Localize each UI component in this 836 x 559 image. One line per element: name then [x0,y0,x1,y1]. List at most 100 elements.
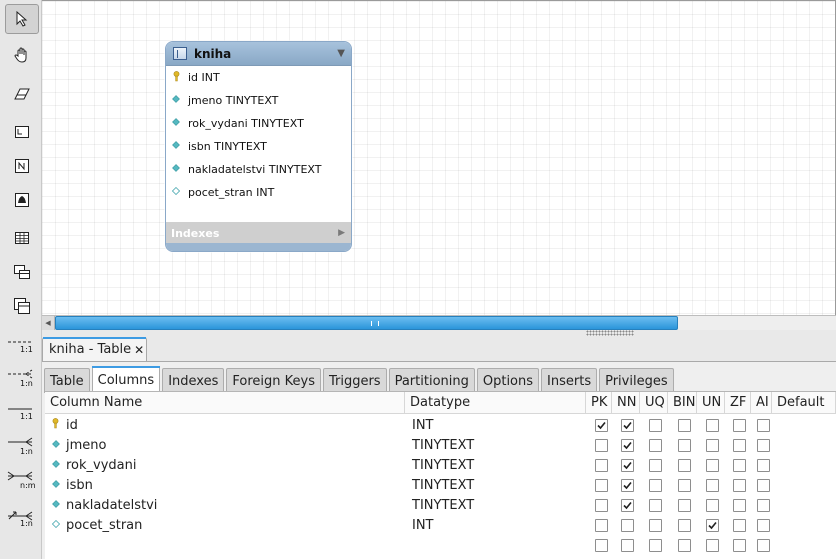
scroll-left-icon[interactable]: ◀ [42,316,55,330]
zf-checkbox[interactable] [733,539,746,552]
zf-checkbox[interactable] [733,479,746,492]
un-checkbox[interactable] [706,439,719,452]
subtab-privileges[interactable]: Privileges [599,368,674,393]
table-row[interactable]: pocet_stran INT [45,515,836,535]
subtab-options[interactable]: Options [476,368,540,393]
scrollbar-thumb[interactable] [55,316,678,330]
new-view-button[interactable] [5,257,39,287]
note-tool-button[interactable] [5,151,39,181]
grid-header-datatype[interactable]: Datatype [405,392,586,414]
zf-checkbox[interactable] [733,459,746,472]
ai-checkbox[interactable] [757,459,770,472]
zf-checkbox[interactable] [733,499,746,512]
grid-header-default[interactable]: Default [772,392,836,414]
nn-checkbox[interactable] [621,499,634,512]
columns-grid[interactable]: Column Name Datatype PK NN UQ BIN UN ZF AI Defaul… [45,391,836,559]
close-icon[interactable]: ✕ [134,343,144,357]
table-figure-column[interactable]: isbn TINYTEXT [166,135,351,158]
subtab-inserts[interactable]: Inserts [541,368,598,393]
canvas-horizontal-scrollbar[interactable]: ◀ [42,315,836,330]
table-figure-header[interactable]: kniha ▼ [166,42,351,66]
column-name-cell[interactable]: nakladatelstvi [51,495,157,515]
table-row[interactable]: rok_vydani TINYTEXT [45,455,836,475]
grid-header-un[interactable]: UN [697,392,725,414]
subtab-indexes[interactable]: Indexes [162,368,225,393]
column-name-cell[interactable]: isbn [51,475,93,495]
ai-checkbox[interactable] [757,499,770,512]
table-figure-column[interactable]: rok_vydani TINYTEXT [166,112,351,135]
nn-checkbox[interactable] [621,419,634,432]
subtab-foreign-keys[interactable]: Foreign Keys [226,368,321,393]
uq-checkbox[interactable] [649,479,662,492]
zf-checkbox[interactable] [733,519,746,532]
uq-checkbox[interactable] [649,439,662,452]
relation-n-m-button[interactable]: n:m [6,470,40,500]
column-name-cell[interactable]: pocet_stran [51,515,142,535]
relation-existing-columns-button[interactable]: 1:n [6,508,40,538]
table-figure-column[interactable]: jmeno TINYTEXT [166,89,351,112]
uq-checkbox[interactable] [649,419,662,432]
ai-checkbox[interactable] [757,439,770,452]
subtab-triggers[interactable]: Triggers [322,368,387,393]
editor-tab-kniha[interactable]: kniha - Table ✕ [42,337,147,361]
bin-checkbox[interactable] [678,479,691,492]
pk-checkbox[interactable] [595,479,608,492]
bin-checkbox[interactable] [678,459,691,472]
grid-header-pk[interactable]: PK [586,392,612,414]
table-row[interactable]: nakladatelstvi TINYTEXT [45,495,836,515]
table-row[interactable]: id INT [45,415,836,435]
nn-checkbox[interactable] [621,439,634,452]
new-routine-group-button[interactable] [5,291,39,321]
subtab-columns[interactable]: Columns [91,366,161,393]
un-checkbox[interactable] [706,499,719,512]
table-row[interactable] [45,535,836,555]
zf-checkbox[interactable] [733,439,746,452]
grid-header-bin[interactable]: BIN [668,392,697,414]
table-figure-column[interactable]: id INT [166,66,351,89]
panel-splitter-handle[interactable] [586,330,634,336]
un-checkbox[interactable] [706,459,719,472]
bin-checkbox[interactable] [678,499,691,512]
hand-tool-button[interactable] [5,40,39,70]
nn-checkbox[interactable] [621,479,634,492]
relation-1-1-identifying-button[interactable]: 1:1 [6,403,40,433]
zf-checkbox[interactable] [733,419,746,432]
un-checkbox[interactable] [706,479,719,492]
uq-checkbox[interactable] [649,459,662,472]
bin-checkbox[interactable] [678,539,691,552]
nn-checkbox[interactable] [621,539,634,552]
column-name-cell[interactable]: rok_vydani [51,455,137,475]
new-table-button[interactable] [5,223,39,253]
pk-checkbox[interactable] [595,459,608,472]
select-tool-button[interactable] [5,4,39,34]
ai-checkbox[interactable] [757,539,770,552]
uq-checkbox[interactable] [649,499,662,512]
nn-checkbox[interactable] [621,519,634,532]
uq-checkbox[interactable] [649,519,662,532]
relation-1-n-button[interactable]: 1:n [6,368,40,398]
bin-checkbox[interactable] [678,419,691,432]
grid-header-column-name[interactable]: Column Name [45,392,405,414]
pk-checkbox[interactable] [595,519,608,532]
table-row[interactable]: isbn TINYTEXT [45,475,836,495]
ai-checkbox[interactable] [757,519,770,532]
table-figure[interactable]: kniha ▼ id INT jmeno TINYTEXT rok_vydani T… [165,41,352,252]
bin-checkbox[interactable] [678,519,691,532]
eraser-tool-button[interactable] [5,79,39,109]
diagram-canvas[interactable]: kniha ▼ id INT jmeno TINYTEXT rok_vydani T… [42,0,836,316]
grid-header-nn[interactable]: NN [612,392,640,414]
datatype-cell[interactable]: TINYTEXT [412,475,474,495]
subtab-table[interactable]: Table [44,368,90,393]
uq-checkbox[interactable] [649,539,662,552]
grid-header-zf[interactable]: ZF [725,392,751,414]
collapse-arrow-icon[interactable]: ▼ [337,48,345,59]
relation-1-n-identifying-button[interactable]: 1:n [6,436,40,466]
datatype-cell[interactable]: INT [412,515,434,535]
un-checkbox[interactable] [706,519,719,532]
layer-tool-button[interactable] [5,117,39,147]
pk-checkbox[interactable] [595,539,608,552]
un-checkbox[interactable] [706,539,719,552]
image-tool-button[interactable] [5,185,39,215]
table-figure-column[interactable]: pocet_stran INT [166,181,351,204]
expand-arrow-icon[interactable]: ▶ [338,228,345,238]
